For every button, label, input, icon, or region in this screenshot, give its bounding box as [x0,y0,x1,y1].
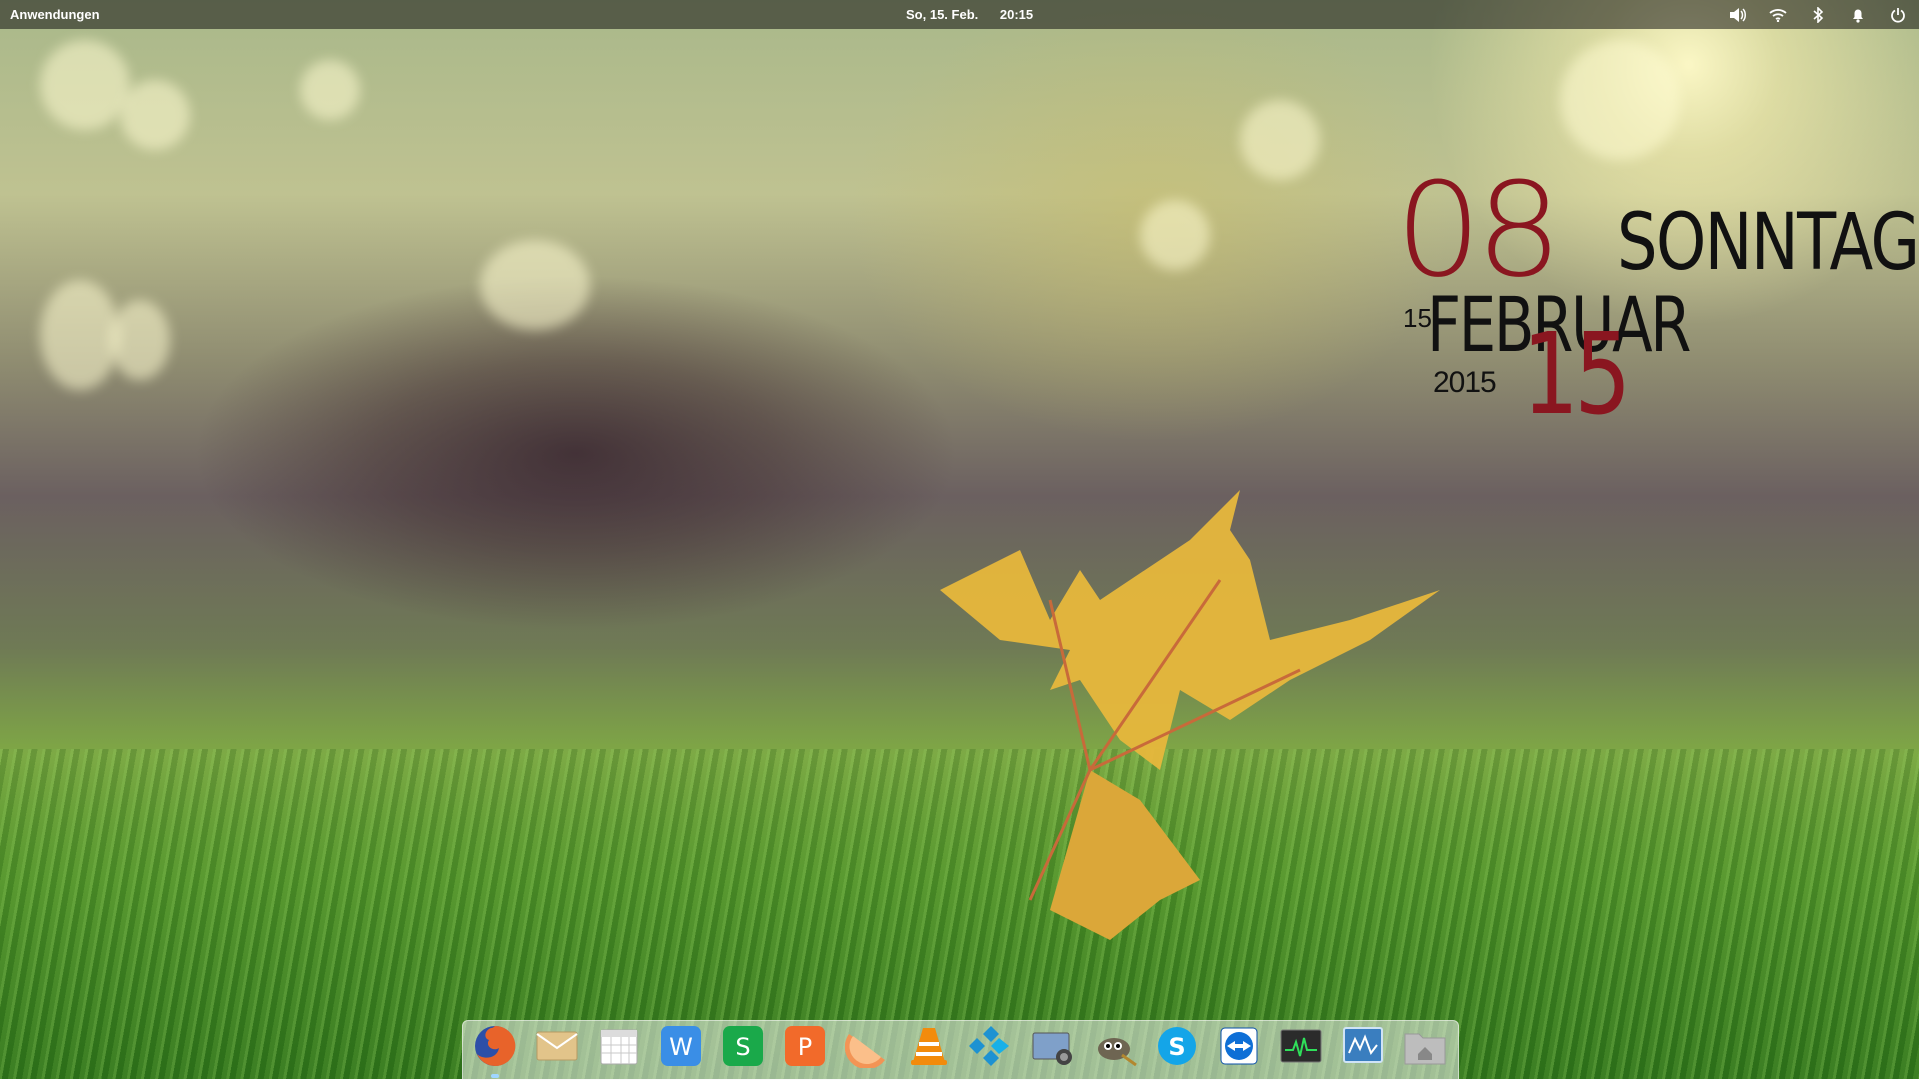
svg-text:W: W [669,1033,693,1061]
power-icon[interactable] [1887,4,1909,26]
bluetooth-icon[interactable] [1807,4,1829,26]
widget-day-big: 15 [1522,310,1631,440]
dock-item-teamviewer[interactable] [1214,1023,1264,1073]
panel-date: So, 15. Feb. [906,7,979,22]
dock-item-vlc[interactable] [904,1023,954,1073]
dock-items: WSPS [470,1023,1450,1078]
dock-item-wps-spreadsheets[interactable]: S [718,1023,768,1073]
dock-item-activity-monitor[interactable] [1338,1023,1388,1073]
system-monitor-icon [1279,1026,1323,1071]
calendar-icon [598,1025,640,1072]
kodi-icon [969,1024,1013,1073]
screenshot-icon [1030,1025,1076,1072]
writer-icon: W [659,1024,703,1073]
dock-item-wps-presentation[interactable]: P [780,1023,830,1073]
grapefruit-icon [844,1024,889,1073]
spreadsheet-icon: S [721,1024,765,1073]
mail-icon [535,1026,579,1071]
activity-monitor-icon [1341,1025,1385,1072]
presentation-icon: P [783,1024,827,1073]
dock-item-system-monitor[interactable] [1276,1023,1326,1073]
dock-item-kodi[interactable] [966,1023,1016,1073]
svg-text:S: S [1168,1033,1185,1061]
widget-year: 2015 [1433,366,1497,399]
home-folder-icon [1402,1026,1448,1071]
gimp-icon [1092,1025,1138,1072]
date-widget: 08 SONNTAG 15 FEBRUAR 2015 15 [1395,154,1919,440]
applications-menu[interactable]: Anwendungen [10,7,100,22]
firefox-icon [472,1023,518,1074]
dock-item-calendar[interactable] [594,1023,644,1073]
running-indicator [491,1074,499,1078]
dock-item-gimp[interactable] [1090,1023,1140,1073]
dock-item-home-folder[interactable] [1400,1023,1450,1073]
top-panel: Anwendungen So, 15. Feb. 20:15 [0,0,1919,29]
panel-clock[interactable]: So, 15. Feb. 20:15 [906,7,1033,22]
widget-weekday: SONNTAG [1617,198,1919,288]
system-tray [1727,4,1909,26]
wifi-icon[interactable] [1767,4,1789,26]
leaf-image [940,490,1440,940]
dock-item-firefox[interactable] [470,1023,520,1078]
dock-item-screenshot[interactable] [1028,1023,1078,1073]
vlc-icon [907,1024,951,1073]
svg-text:P: P [798,1033,812,1061]
teamviewer-icon [1217,1024,1261,1073]
skype-icon: S [1155,1024,1199,1073]
panel-time: 20:15 [999,7,1034,22]
dock-item-wps-writer[interactable]: W [656,1023,706,1073]
volume-icon[interactable] [1727,4,1749,26]
notification-bell-icon[interactable] [1847,4,1869,26]
svg-text:S: S [735,1033,750,1061]
dock-item-mail[interactable] [532,1023,582,1073]
dock-item-grapefruit[interactable] [842,1023,892,1073]
dock-item-skype[interactable]: S [1152,1023,1202,1073]
